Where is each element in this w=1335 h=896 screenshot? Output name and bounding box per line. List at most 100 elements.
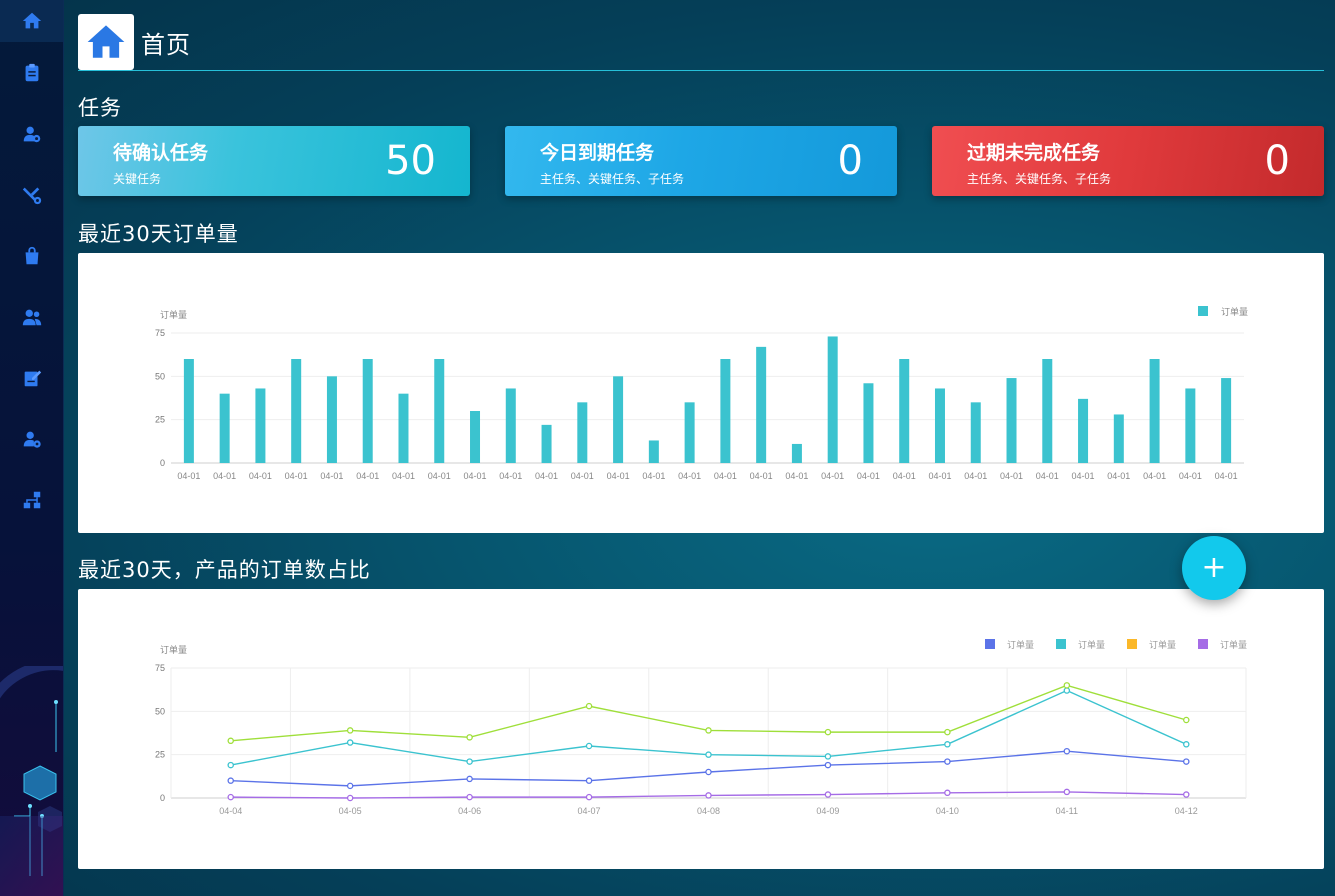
x-tick-label: 04-01 <box>1072 471 1095 481</box>
sidebar-item-edit[interactable] <box>0 347 63 408</box>
y-tick-label: 75 <box>155 663 165 673</box>
data-point <box>944 728 951 736</box>
line-chart: 0 25 50 75 订单量 04-04 04-05 04-06 04-07 04-08 04-09… <box>155 639 1247 816</box>
x-tick-label: 04-01 <box>464 471 487 481</box>
user-settings-icon <box>23 431 41 448</box>
x-tick-label: 04-01 <box>1036 471 1059 481</box>
bar <box>1042 359 1053 463</box>
bar-chart-panel: 0 25 50 75 订单量 04-01 04-01 04-01 04-01 04-01 04-01… <box>78 253 1324 533</box>
x-tick-label: 04-08 <box>697 806 720 816</box>
bar <box>756 346 767 463</box>
page-title: 首页 <box>141 30 191 59</box>
home-button[interactable] <box>78 14 134 70</box>
data-point <box>824 753 832 760</box>
bar <box>255 388 266 463</box>
x-tick-label: 04-12 <box>1175 806 1198 816</box>
x-tick-label: 04-01 <box>964 471 987 481</box>
data-point <box>227 761 234 769</box>
bar <box>1078 398 1089 463</box>
data-point <box>346 727 354 734</box>
bar <box>541 424 552 463</box>
tools-icon <box>22 186 42 204</box>
edit-document-icon <box>24 370 42 386</box>
sidebar-item-user-badge[interactable] <box>0 103 63 164</box>
data-point <box>346 782 354 790</box>
card-title: 待确认任务 <box>113 142 209 164</box>
x-tick-label: 04-01 <box>356 471 379 481</box>
data-point <box>585 742 593 750</box>
legend-swatch <box>1056 639 1066 649</box>
legend-label: 订单量 <box>1220 639 1247 650</box>
x-tick-label: 04-07 <box>578 806 601 816</box>
data-point <box>1183 758 1190 765</box>
card-value: 0 <box>1264 138 1290 184</box>
sidebar-item-tasks[interactable] <box>0 42 63 103</box>
data-point <box>585 777 593 784</box>
bar <box>684 402 695 463</box>
data-point <box>1063 788 1071 796</box>
x-tick-label: 04-01 <box>750 471 773 481</box>
y-tick-label: 25 <box>155 415 165 425</box>
x-tick-label: 04-01 <box>857 471 880 481</box>
bar-chart: 0 25 50 75 订单量 04-01 04-01 04-01 04-01 04-01 04-01… <box>155 306 1248 481</box>
bar <box>720 359 731 463</box>
data-point <box>227 777 234 784</box>
task-card-overdue[interactable]: 过期未完成任务 主任务、关键任务、子任务 0 <box>932 126 1324 196</box>
legend-label: 订单量 <box>1149 639 1176 650</box>
y-tick-label: 25 <box>155 750 165 760</box>
bar <box>1221 378 1232 463</box>
x-tick-label: 04-01 <box>1215 471 1238 481</box>
task-card-due-today[interactable]: 今日到期任务 主任务、关键任务、子任务 0 <box>505 126 897 196</box>
bar <box>1185 388 1196 463</box>
x-tick-label: 04-09 <box>816 806 839 816</box>
card-value: 50 <box>385 138 436 184</box>
x-tick-label: 04-01 <box>1179 471 1202 481</box>
home-icon <box>87 25 125 58</box>
x-tick-label: 04-04 <box>219 806 242 816</box>
x-tick-label: 04-01 <box>1107 471 1130 481</box>
users-icon <box>22 309 42 325</box>
x-tick-label: 04-01 <box>571 471 594 481</box>
data-point <box>705 751 712 758</box>
bag-icon <box>25 246 39 264</box>
y-axis-label: 订单量 <box>160 644 187 655</box>
sidebar-item-users[interactable] <box>0 286 63 347</box>
sidebar-item-tools[interactable] <box>0 164 63 225</box>
y-tick-label: 75 <box>155 328 165 338</box>
legend-swatch <box>985 639 995 649</box>
line-chart-section-title: 最近30天，产品的订单数占比 <box>78 558 371 582</box>
card-value: 0 <box>837 138 863 184</box>
y-tick-label: 50 <box>155 371 165 381</box>
x-tick-label: 04-01 <box>392 471 415 481</box>
sidebar-item-home[interactable] <box>0 0 63 42</box>
x-tick-label: 04-01 <box>607 471 630 481</box>
sidebar-item-org[interactable] <box>0 469 63 530</box>
x-tick-label: 04-01 <box>678 471 701 481</box>
bar <box>362 359 373 463</box>
x-tick-label: 04-01 <box>714 471 737 481</box>
task-card-pending[interactable]: 待确认任务 关键任务 50 <box>78 126 470 196</box>
x-tick-label: 04-01 <box>499 471 522 481</box>
data-point <box>705 768 712 776</box>
x-tick-label: 04-01 <box>893 471 916 481</box>
data-point <box>346 794 354 802</box>
card-subtitle: 主任务、关键任务、子任务 <box>967 172 1112 186</box>
sidebar-item-user-settings[interactable] <box>0 408 63 469</box>
data-point <box>466 734 473 741</box>
bar <box>934 388 945 463</box>
card-subtitle: 关键任务 <box>113 172 162 186</box>
data-point <box>824 728 832 736</box>
bar <box>398 393 409 463</box>
data-point <box>1063 747 1071 755</box>
data-point <box>1063 682 1071 689</box>
line-chart-panel: 0 25 50 75 订单量 04-04 04-05 04-06 04-07 04-08 04-09… <box>78 589 1324 869</box>
bar <box>1006 378 1017 463</box>
bar <box>183 359 194 463</box>
x-tick-label: 04-01 <box>428 471 451 481</box>
add-button[interactable]: + <box>1182 536 1246 600</box>
sidebar-item-shop[interactable] <box>0 225 63 286</box>
bar <box>434 359 445 463</box>
x-tick-label: 04-01 <box>821 471 844 481</box>
data-point <box>1183 791 1190 798</box>
data-point <box>466 793 473 801</box>
